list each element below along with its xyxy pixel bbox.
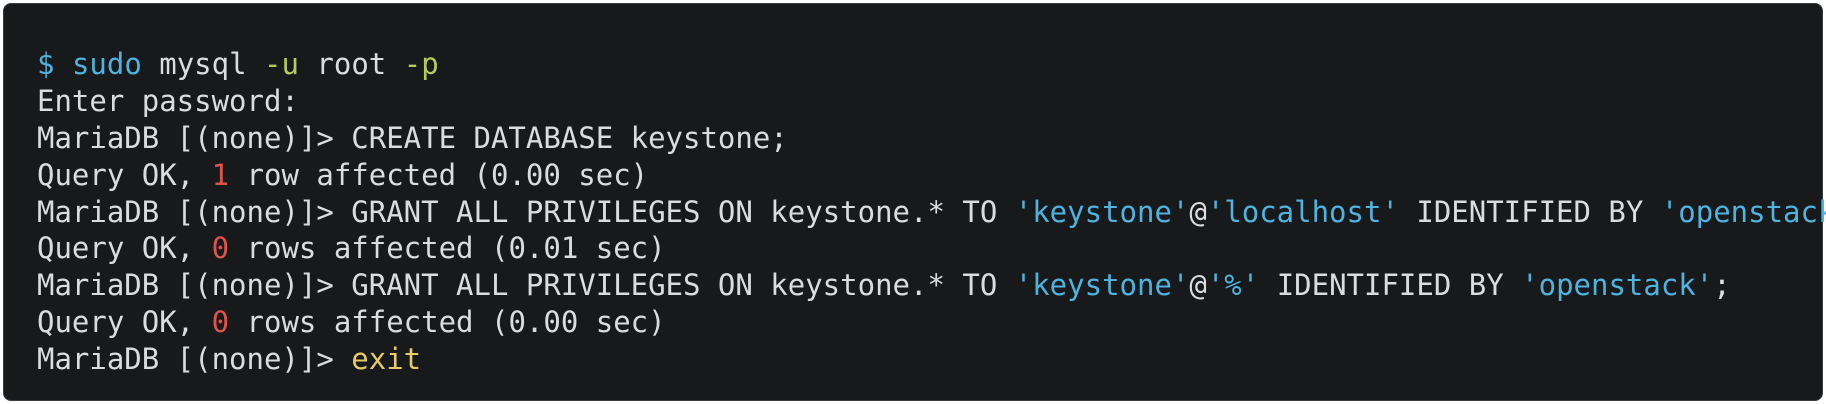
query-result-prefix: Query OK, (37, 157, 195, 192)
sql-identified-by: IDENTIFIED BY (1416, 194, 1644, 229)
command-mysql: mysql (159, 47, 247, 81)
sql-user-string: 'keystone' (1014, 268, 1190, 303)
terminal-output: $ sudo mysql -u root -p Enter password: Ma… (37, 46, 1826, 378)
terminal-line-3: MariaDB [(none)]> CREATE DATABASE keysto… (37, 120, 1826, 157)
mariadb-prompt: MariaDB [(none)]> (37, 120, 334, 155)
terminal-line-4: Query OK, 1 row affected (0.00 sec) (37, 157, 1826, 194)
sql-statement: GRANT ALL PRIVILEGES ON keystone.* TO (351, 268, 998, 303)
mariadb-prompt: MariaDB [(none)]> (37, 342, 334, 377)
command-exit: exit (351, 342, 422, 377)
terminal-line-7: MariaDB [(none)]> GRANT ALL PRIVILEGES O… (37, 267, 1826, 304)
command-sudo: sudo (71, 47, 142, 81)
sql-statement: CREATE DATABASE keystone; (351, 120, 788, 155)
terminal-line-8: Query OK, 0 rows affected (0.00 sec) (37, 304, 1826, 341)
shell-prompt: $ (37, 47, 55, 81)
terminal-line-1: $ sudo mysql -u root -p (37, 46, 1826, 83)
terminal-line-6: Query OK, 0 rows affected (0.01 sec) (37, 230, 1826, 267)
flag-p: -p (403, 47, 439, 81)
terminal-line-9: MariaDB [(none)]> exit (37, 341, 1826, 378)
sql-identified-by: IDENTIFIED BY (1276, 268, 1504, 303)
query-result-suffix: rows affected (0.00 sec) (246, 305, 666, 340)
argument-root: root (316, 47, 387, 81)
sql-password-string: 'openstack' (1521, 268, 1714, 303)
query-result-suffix: rows affected (0.01 sec) (246, 231, 666, 266)
at-sign: @ (1189, 194, 1207, 229)
query-result-suffix: row affected (0.00 sec) (246, 157, 649, 192)
terminal-window: $ sudo mysql -u root -p Enter password: Ma… (3, 3, 1826, 401)
terminal-line-5: MariaDB [(none)]> GRANT ALL PRIVILEGES O… (37, 194, 1826, 231)
rows-count: 0 (211, 231, 230, 266)
sql-user-string: 'keystone' (1014, 194, 1190, 229)
rows-count: 0 (211, 305, 230, 340)
mariadb-prompt: MariaDB [(none)]> (37, 194, 334, 229)
sql-statement: GRANT ALL PRIVILEGES ON keystone.* TO (351, 194, 998, 229)
sql-host-string: '%' (1206, 268, 1260, 303)
password-prompt: Enter password: (37, 83, 299, 118)
query-result-prefix: Query OK, (37, 305, 195, 340)
at-sign: @ (1189, 268, 1207, 303)
sql-password-string: 'openstack' (1660, 194, 1826, 229)
flag-u: -u (264, 47, 299, 81)
query-result-prefix: Query OK, (37, 231, 195, 266)
semicolon: ; (1713, 268, 1731, 303)
terminal-line-2: Enter password: (37, 83, 1826, 120)
rows-count: 1 (211, 157, 230, 192)
sql-host-string: 'localhost' (1206, 194, 1399, 229)
mariadb-prompt: MariaDB [(none)]> (37, 268, 334, 303)
